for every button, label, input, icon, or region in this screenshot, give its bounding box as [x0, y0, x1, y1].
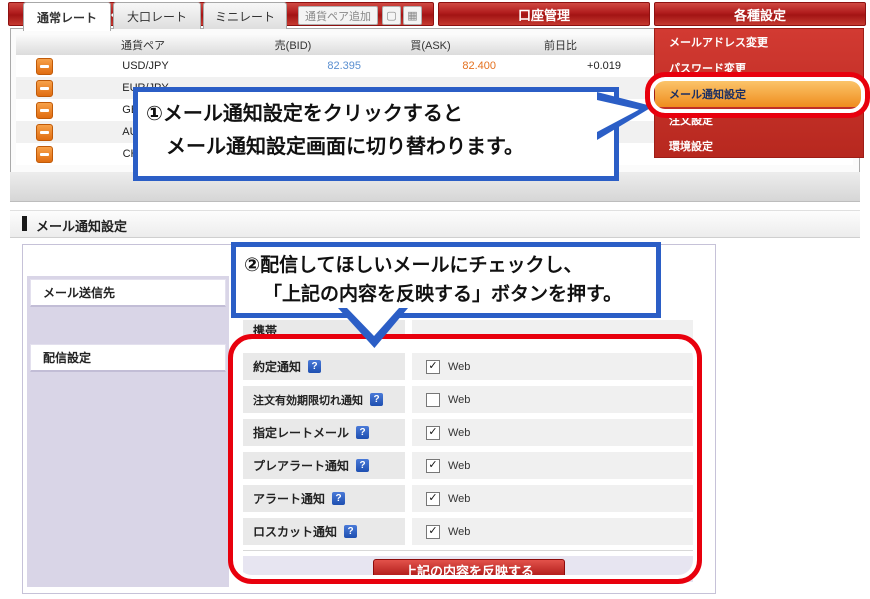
- menu-item-mail-notification-settings[interactable]: メール通知設定: [655, 81, 863, 107]
- view-single-icon[interactable]: ▢: [382, 6, 401, 25]
- menu-item-environment-settings[interactable]: 環境設定: [655, 133, 863, 159]
- web-checkbox[interactable]: ✓: [426, 426, 440, 440]
- nav-various-settings[interactable]: 各種設定: [654, 2, 866, 26]
- nav-label: 各種設定: [734, 5, 786, 24]
- tab-mini-rate[interactable]: ミニレート: [203, 2, 287, 29]
- row-label-order-expiry-notice: 注文有効期限切れ通知?: [243, 386, 405, 413]
- collapse-icon[interactable]: [36, 102, 53, 119]
- web-checkbox[interactable]: ✓: [426, 525, 440, 539]
- checkbox-label: Web: [448, 394, 470, 406]
- row-value-execution-notice: ✓ Web: [412, 353, 693, 380]
- tab-label: 通常レート: [37, 9, 97, 26]
- col-header-ask: 買(ASK): [363, 35, 499, 56]
- apply-settings-button[interactable]: 上記の内容を反映する: [373, 559, 565, 581]
- divider: [243, 550, 693, 551]
- sidebar-item-mail-destination: メール送信先: [30, 279, 226, 307]
- row-label-execution-notice: 約定通知?: [243, 353, 405, 380]
- web-checkbox[interactable]: ✓: [426, 360, 440, 374]
- web-checkbox[interactable]: ✓: [426, 459, 440, 473]
- cell-pair: USD/JPY: [63, 55, 228, 77]
- app-window: 注文・照会 投資情報 口座管理 各種設定 通貨ペア 売(BID) 買(ASK) …: [0, 0, 870, 599]
- sidebar-item-delivery-settings: 配信設定: [30, 344, 226, 372]
- tab-label: ミニレート: [215, 8, 275, 25]
- help-icon[interactable]: ?: [356, 426, 369, 439]
- collapse-icon[interactable]: [36, 146, 53, 163]
- checkbox-label: Web: [448, 460, 470, 472]
- cell-ask[interactable]: 82.400: [368, 55, 496, 77]
- cell-bid[interactable]: 82.395: [228, 55, 361, 77]
- callout-text: 「上記の内容を反映する」ボタンを押す。: [244, 280, 648, 309]
- callout-text: メール通知設定画面に切り替わります。: [146, 131, 606, 164]
- section-marker: [22, 216, 27, 231]
- help-icon[interactable]: ?: [356, 459, 369, 472]
- col-header-pair: 通貨ペア: [63, 35, 224, 56]
- cell-diff: +0.019: [503, 55, 621, 77]
- section-header: メール通知設定: [10, 210, 860, 238]
- collapse-icon[interactable]: [36, 58, 53, 75]
- help-icon[interactable]: ?: [308, 360, 321, 373]
- checkbox-label: Web: [448, 526, 470, 538]
- add-currency-pair-button[interactable]: 通貨ペア追加: [298, 6, 378, 25]
- callout-text: ②配信してほしいメールにチェックし、: [244, 251, 648, 280]
- settings-dropdown-menu: メールアドレス変更 パスワード変更 メール通知設定 注文設定 環境設定: [654, 28, 864, 158]
- tab-large-lot-rate[interactable]: 大口レート: [113, 2, 201, 29]
- row-value-mobile: [412, 320, 693, 340]
- collapse-icon[interactable]: [36, 124, 53, 141]
- col-header-diff: 前日比: [498, 35, 624, 56]
- view-grid-icon[interactable]: ▦: [403, 6, 422, 25]
- submit-row: 上記の内容を反映する: [243, 556, 693, 582]
- help-icon[interactable]: ?: [344, 525, 357, 538]
- row-value-specified-rate-mail: ✓ Web: [412, 419, 693, 446]
- row-label-pre-alert-notice: プレアラート通知?: [243, 452, 405, 479]
- row-value-loss-cut-notice: ✓ Web: [412, 518, 693, 545]
- help-icon[interactable]: ?: [332, 492, 345, 505]
- checkbox-label: Web: [448, 493, 470, 505]
- button-label: 上記の内容を反映する: [404, 561, 534, 580]
- col-header-bid: 売(BID): [223, 35, 364, 56]
- nav-label: 口座管理: [518, 5, 570, 24]
- web-checkbox[interactable]: ✓: [426, 492, 440, 506]
- checkbox-label: Web: [448, 427, 470, 439]
- nav-account-management[interactable]: 口座管理: [438, 2, 650, 26]
- page-title: メール通知設定: [36, 216, 127, 235]
- tab-label: 大口レート: [127, 8, 187, 25]
- row-label-alert-notice: アラート通知?: [243, 485, 405, 512]
- menu-item-order-settings[interactable]: 注文設定: [655, 107, 863, 133]
- tab-normal-rate[interactable]: 通常レート: [23, 2, 111, 31]
- row-value-alert-notice: ✓ Web: [412, 485, 693, 512]
- help-icon[interactable]: ?: [370, 393, 383, 406]
- button-label: 通貨ペア追加: [305, 8, 371, 24]
- collapse-icon[interactable]: [36, 80, 53, 97]
- row-label-specified-rate-mail: 指定レートメール?: [243, 419, 405, 446]
- web-checkbox[interactable]: [426, 393, 440, 407]
- menu-item-password-change[interactable]: パスワード変更: [655, 55, 863, 81]
- row-value-order-expiry-notice: Web: [412, 386, 693, 413]
- menu-item-mail-address-change[interactable]: メールアドレス変更: [655, 29, 863, 55]
- col-header-icon: [16, 35, 64, 56]
- checkbox-label: Web: [448, 361, 470, 373]
- row-value-pre-alert-notice: ✓ Web: [412, 452, 693, 479]
- form-sidebar: [27, 276, 229, 587]
- row-label-loss-cut-notice: ロスカット通知?: [243, 518, 405, 545]
- callout-text: ①メール通知設定をクリックすると: [146, 98, 606, 131]
